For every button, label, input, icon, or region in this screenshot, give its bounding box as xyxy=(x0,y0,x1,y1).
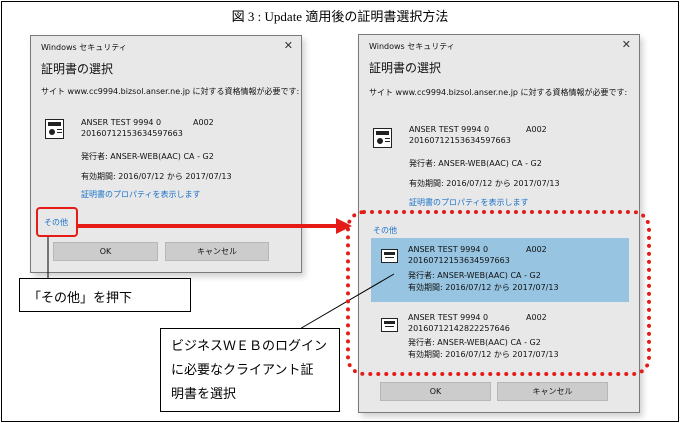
ok-button[interactable]: OK xyxy=(53,242,158,261)
cert-issuer: 発行者: ANSER-WEB(AAC) CA - G2 xyxy=(409,159,542,168)
ok-button[interactable]: OK xyxy=(380,382,491,401)
callout-choose-cert: ビジネスＷＥＢのログイン に必要なクライアント証 明書を選択 xyxy=(160,328,340,412)
cert-name: ANSER TEST 9994 0 xyxy=(409,125,490,134)
callout-press-more: 「その他」を押下 xyxy=(19,278,191,312)
cert-validity: 有効期間: 2016/07/12 から 2017/07/13 xyxy=(81,172,232,181)
cert-properties-link[interactable]: 証明書のプロパティを表示します xyxy=(409,197,529,208)
certificate-dialog-before: Windows セキュリティ ✕ 証明書の選択 サイト www.cc9994.b… xyxy=(30,35,302,273)
window-title: Windows セキュリティ xyxy=(369,42,455,51)
close-icon[interactable]: ✕ xyxy=(622,38,631,51)
site-credential-text: サイト www.cc9994.bizsol.anser.ne.jp に対する資格… xyxy=(369,88,628,97)
cert-code: A002 xyxy=(193,118,214,127)
cert-serial: 20160712153634597663 xyxy=(81,129,183,138)
cert-serial: 20160712153634597663 xyxy=(409,136,511,145)
cert-code: A002 xyxy=(526,125,547,134)
dialog-heading: 証明書の選択 xyxy=(41,62,114,76)
callout-line: に必要なクライアント証 xyxy=(171,362,314,377)
certificate-icon xyxy=(45,119,64,139)
callout-line: ビジネスＷＥＢのログイン xyxy=(171,338,328,353)
window-title: Windows セキュリティ xyxy=(41,43,127,52)
cert-properties-link[interactable]: 証明書のプロパティを表示します xyxy=(81,189,201,200)
dialog-heading: 証明書の選択 xyxy=(369,61,442,75)
close-icon[interactable]: ✕ xyxy=(284,39,293,52)
cancel-button[interactable]: キャンセル xyxy=(165,242,269,261)
callout-line: 明書を選択 xyxy=(171,386,237,401)
figure-title: 図 3 : Update 適用後の証明書選択方法 xyxy=(231,9,449,24)
cancel-button[interactable]: キャンセル xyxy=(497,382,608,401)
cert-issuer: 発行者: ANSER-WEB(AAC) CA - G2 xyxy=(81,152,214,161)
site-credential-text: サイト www.cc9994.bizsol.anser.ne.jp に対する資格… xyxy=(41,87,300,96)
more-choices-highlight xyxy=(36,207,78,237)
cert-validity: 有効期間: 2016/07/12 から 2017/07/13 xyxy=(409,179,560,188)
cert-name: ANSER TEST 9994 0 xyxy=(81,118,162,127)
cert-list-highlight xyxy=(346,210,651,376)
certificate-icon xyxy=(373,128,392,148)
